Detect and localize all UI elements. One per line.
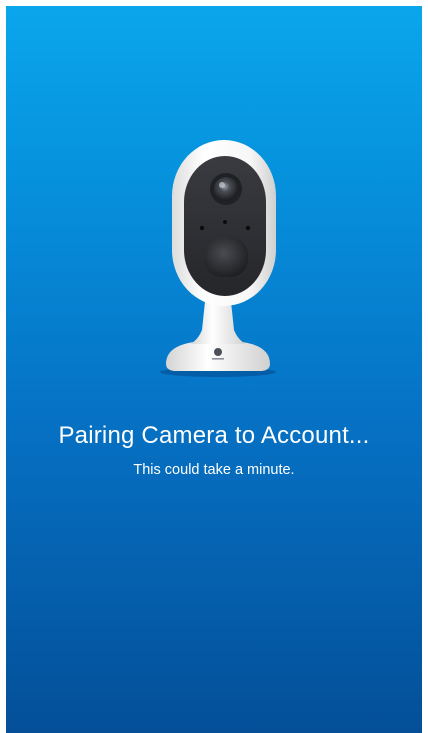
camera-image bbox=[160, 140, 276, 377]
security-camera-illustration bbox=[146, 132, 286, 382]
pairing-screen: Pairing Camera to Account... This could … bbox=[6, 6, 422, 733]
pairing-subtitle: This could take a minute. bbox=[133, 462, 295, 478]
pairing-title: Pairing Camera to Account... bbox=[58, 422, 370, 449]
device-frame: Pairing Camera to Account... This could … bbox=[0, 0, 428, 733]
